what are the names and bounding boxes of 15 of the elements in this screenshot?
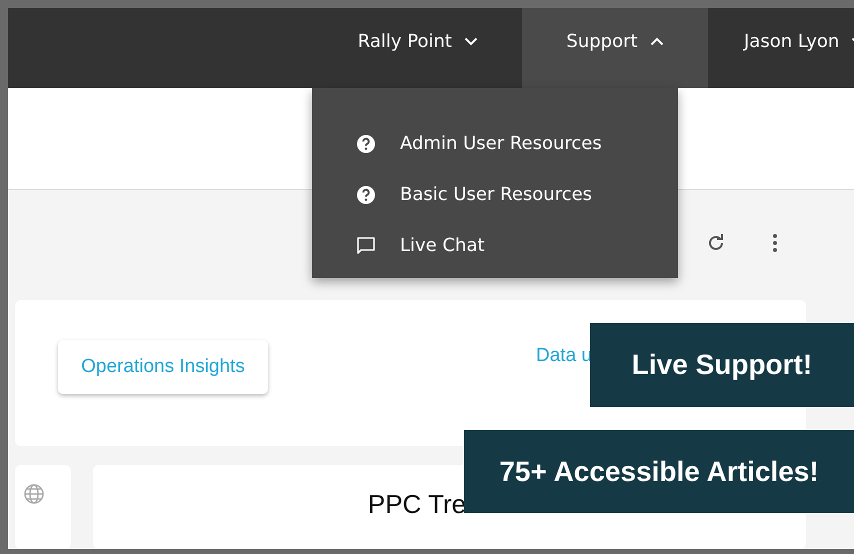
chat-icon [356, 236, 376, 256]
menu-item[interactable]: Live Chat [312, 220, 678, 271]
chart-title: PPC Tre [368, 489, 466, 519]
nav-menu-button[interactable]: Support [522, 8, 708, 88]
more-options-icon[interactable] [772, 233, 778, 253]
nav-menu-button[interactable]: Rally Point [358, 8, 522, 88]
chevron-down-icon [464, 36, 478, 46]
refresh-icon[interactable] [706, 233, 726, 253]
chevron-up-icon [650, 36, 664, 46]
nav-menu-button[interactable]: Jason Lyon [708, 8, 854, 88]
menu-item[interactable]: Basic User Resources [312, 169, 678, 220]
help-icon [356, 134, 376, 154]
promo-banner: Live Support! [590, 323, 854, 407]
promo-banner: 75+ Accessible Articles! [464, 430, 854, 513]
help-icon [356, 184, 376, 204]
